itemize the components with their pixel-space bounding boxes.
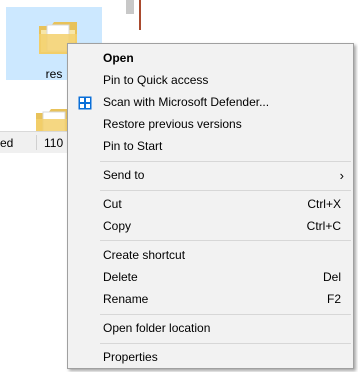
scrollbar[interactable] [126, 0, 134, 14]
menu-item-label: Send to [103, 168, 145, 182]
shortcut-label: Ctrl+X [307, 197, 341, 211]
menu-item-copy[interactable]: Copy Ctrl+C [70, 216, 351, 237]
status-divider [36, 135, 37, 150]
menu-item-label: Pin to Quick access [103, 73, 209, 87]
pane-divider [139, 0, 141, 30]
menu-item-label: Scan with Microsoft Defender... [103, 95, 270, 109]
menu-item-send-to[interactable]: Send to › [70, 165, 351, 186]
menu-separator [100, 161, 351, 162]
menu-item-label: Create shortcut [103, 248, 186, 262]
menu-item-cut[interactable]: Cut Ctrl+X [70, 194, 351, 215]
menu-item-open-folder-location[interactable]: Open folder location [70, 318, 351, 339]
menu-item-open[interactable]: Open [70, 48, 351, 69]
menu-item-label: Properties [103, 350, 158, 364]
menu-item-delete[interactable]: Delete Del [70, 267, 351, 288]
defender-shield-icon [78, 96, 92, 110]
menu-separator [100, 240, 351, 241]
menu-item-label: Open [103, 51, 134, 65]
menu-separator [100, 314, 351, 315]
menu-item-pin-to-start[interactable]: Pin to Start [70, 136, 351, 157]
shortcut-label: F2 [326, 292, 341, 306]
menu-item-label: Cut [103, 197, 122, 211]
menu-item-scan-defender[interactable]: Scan with Microsoft Defender... [70, 92, 351, 113]
menu-item-label: Copy [103, 219, 132, 233]
status-text: ed [0, 136, 14, 150]
menu-item-label: Open folder location [103, 321, 211, 335]
shortcut-label: Ctrl+C [306, 219, 341, 233]
menu-separator [100, 343, 351, 344]
menu-item-label: Delete [103, 270, 138, 284]
status-item-count: 110 i [44, 136, 70, 150]
menu-item-label: Rename [103, 292, 149, 306]
menu-separator [100, 190, 351, 191]
menu-item-label: Restore previous versions [103, 117, 242, 131]
menu-item-properties[interactable]: Properties [70, 347, 351, 368]
menu-item-create-shortcut[interactable]: Create shortcut [70, 245, 351, 266]
menu-item-pin-quick-access[interactable]: Pin to Quick access [70, 70, 351, 91]
chevron-right-icon: › [339, 168, 344, 183]
menu-item-label: Pin to Start [103, 139, 163, 153]
menu-item-rename[interactable]: Rename F2 [70, 289, 351, 310]
context-menu: Open Pin to Quick access Scan with Micro… [67, 43, 354, 369]
shortcut-label: Del [322, 270, 341, 284]
menu-item-restore-previous-versions[interactable]: Restore previous versions [70, 114, 351, 135]
